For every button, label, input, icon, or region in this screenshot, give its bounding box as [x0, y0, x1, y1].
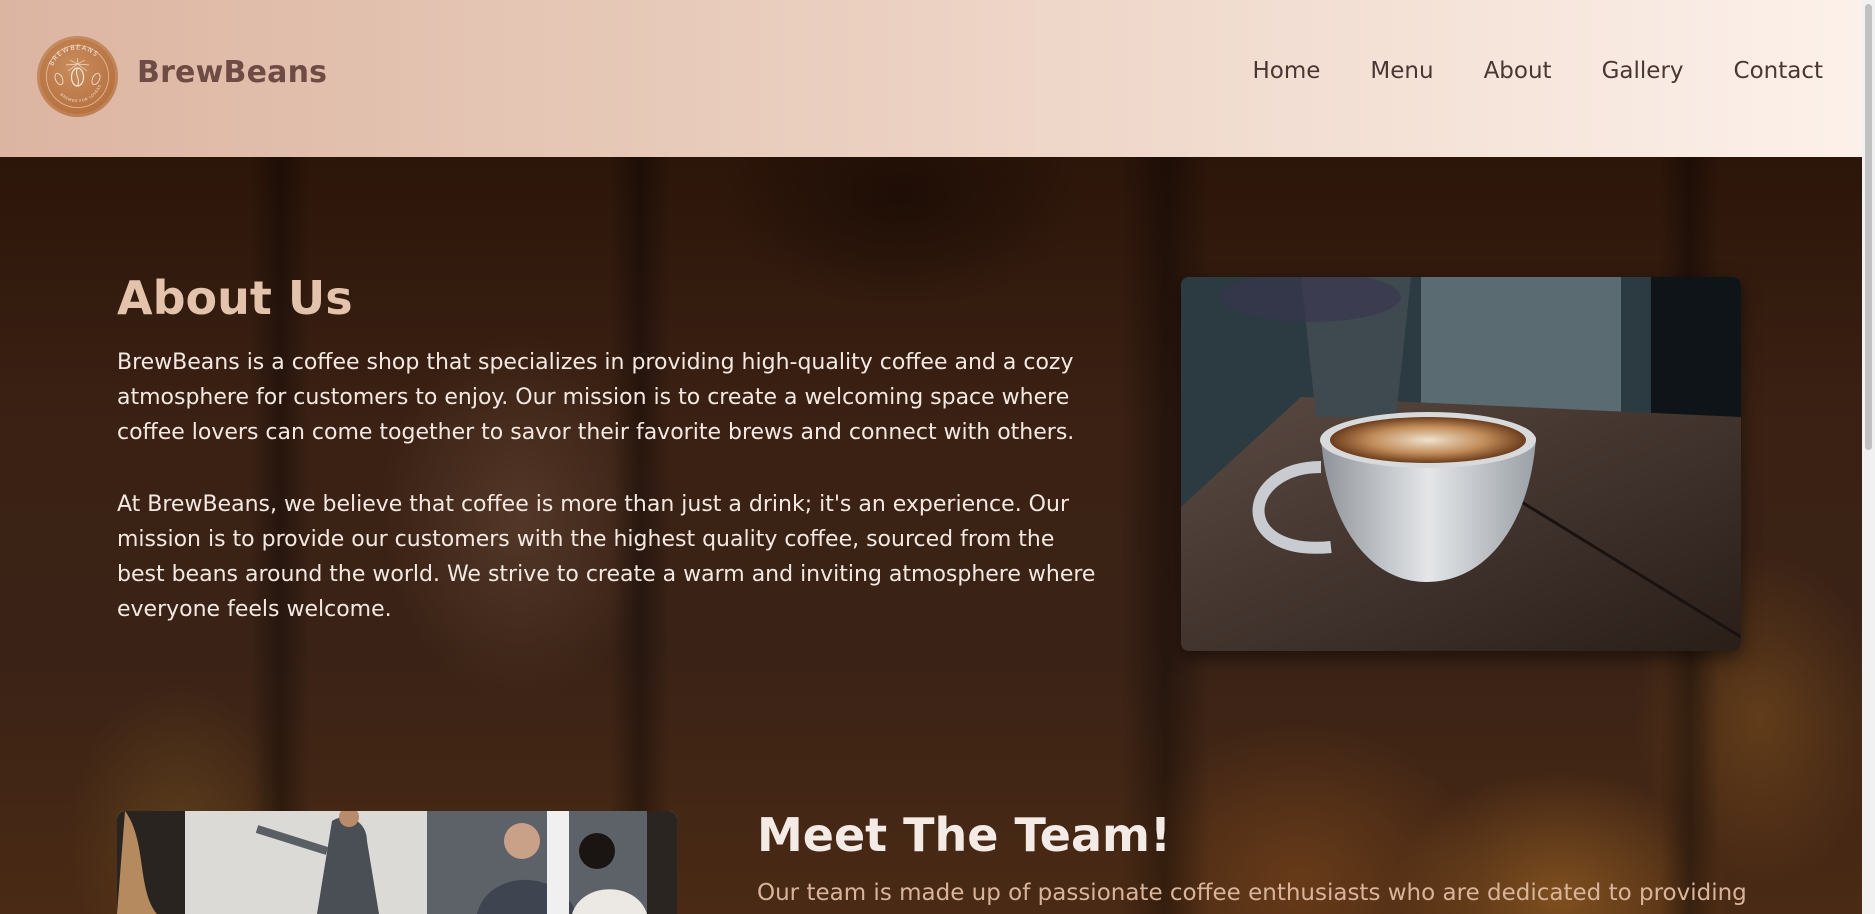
nav-link-gallery[interactable]: Gallery: [1602, 58, 1684, 84]
nav-link-home[interactable]: Home: [1253, 58, 1321, 84]
nav-link-about[interactable]: About: [1484, 58, 1552, 84]
team-description: Our team is made up of passionate coffee…: [757, 880, 1747, 906]
coffee-cup-photo: [1181, 277, 1741, 651]
page-scrollbar[interactable]: [1862, 0, 1875, 914]
main-nav: Home Menu About Gallery Contact: [1253, 58, 1824, 84]
svg-text:BREWED FOR LOVERS: BREWED FOR LOVERS: [59, 84, 102, 103]
team-title: Meet The Team!: [757, 808, 1171, 862]
scrollbar-thumb[interactable]: [1865, 4, 1872, 450]
nav-link-contact[interactable]: Contact: [1734, 58, 1823, 84]
nav-link-menu[interactable]: Menu: [1370, 58, 1433, 84]
team-meeting-photo: [117, 811, 677, 914]
svg-text:BREWBEANS: BREWBEANS: [47, 43, 100, 67]
about-paragraph-1: BrewBeans is a coffee shop that speciali…: [117, 350, 1075, 445]
site-header: BREWBEANS BREWED FOR LOVERS BrewBeans Ho…: [0, 0, 1862, 157]
about-paragraph-2: At BrewBeans, we believe that coffee is …: [117, 492, 1096, 622]
about-title: About Us: [117, 271, 353, 325]
brand-name[interactable]: BrewBeans: [137, 55, 327, 90]
brewbeans-logo-icon[interactable]: BREWBEANS BREWED FOR LOVERS: [37, 36, 118, 117]
